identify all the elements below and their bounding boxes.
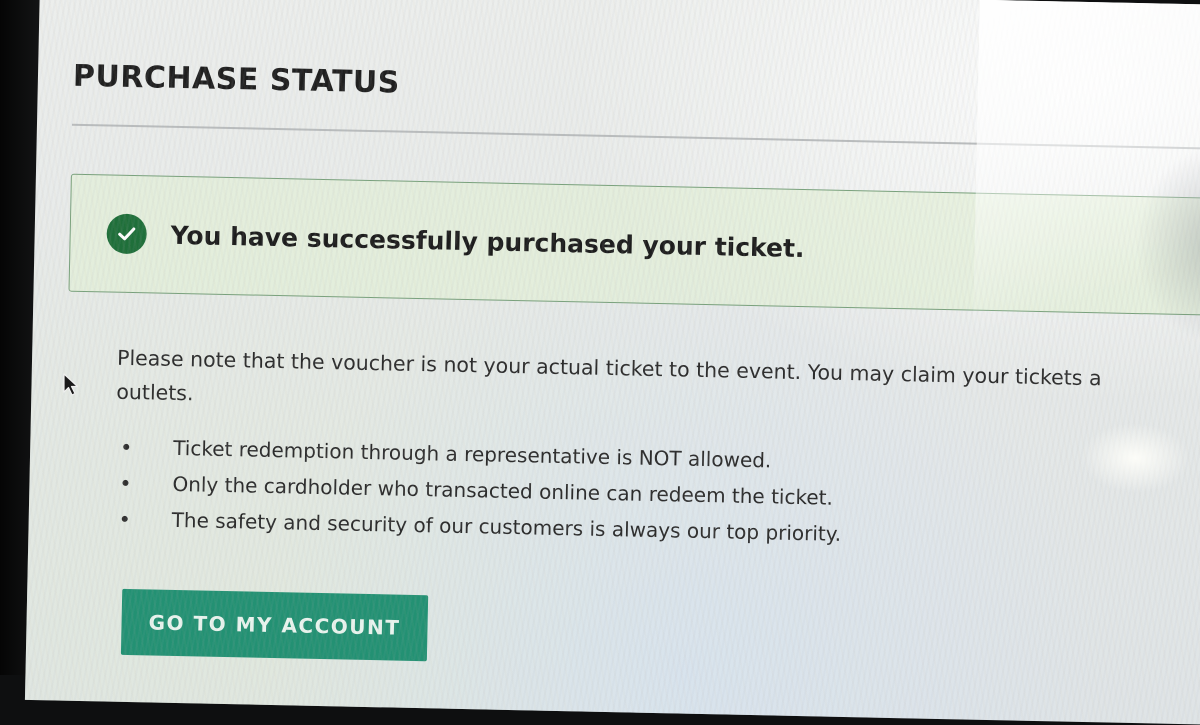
rule-text: The safety and security of our customers… (171, 507, 842, 546)
bullet-icon (122, 479, 129, 486)
mouse-pointer-icon (62, 372, 80, 398)
purchase-status-panel: PURCHASE STATUS You have successfully pu… (61, 59, 1200, 679)
success-alert: You have successfully purchased your tic… (68, 173, 1200, 316)
redemption-rules-list: Ticket redemption through a representati… (63, 428, 1200, 561)
bullet-icon (121, 515, 128, 522)
title-divider (71, 123, 1200, 150)
success-message: You have successfully purchased your tic… (170, 220, 805, 263)
go-to-my-account-button[interactable]: GO TO MY ACCOUNT (120, 588, 429, 662)
voucher-note: Please note that the voucher is not your… (66, 340, 1200, 433)
check-circle-icon (106, 213, 148, 255)
page-title: PURCHASE STATUS (72, 58, 401, 101)
bullet-icon (123, 443, 130, 450)
browser-viewport: PURCHASE STATUS You have successfully pu… (24, 0, 1200, 725)
